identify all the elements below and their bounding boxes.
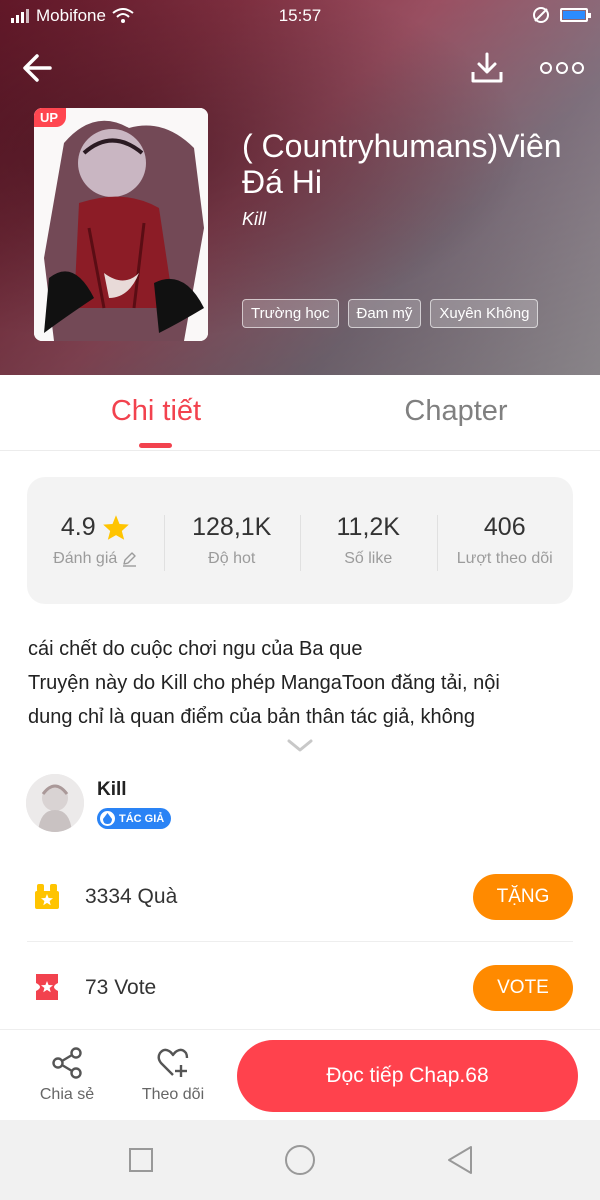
update-badge: UP [34, 108, 67, 127]
expand-description-button[interactable] [286, 738, 314, 759]
tab-chapter[interactable]: Chapter [306, 395, 600, 428]
vote-button[interactable]: VOTE [473, 965, 573, 1011]
description-line: Truyện này do Kill cho phép MangaToon đă… [28, 672, 500, 694]
followers-label: Lượt theo dõi [456, 550, 553, 567]
active-tab-indicator [139, 443, 172, 448]
recent-apps-button[interactable] [125, 1144, 157, 1176]
status-icons [532, 6, 591, 24]
back-button[interactable] [14, 44, 62, 92]
chevron-down-icon [287, 739, 313, 752]
system-back-button[interactable] [444, 1144, 476, 1176]
battery-icon [560, 8, 591, 22]
followers-value: 406 [483, 513, 526, 541]
home-button[interactable] [284, 1144, 316, 1176]
author-role-label: TÁC GIẢ [119, 812, 165, 825]
heart-plus-icon [157, 1048, 189, 1077]
stats-card: 4.9 Đánh giá 128,1K Độ hot 11,2K Số like… [27, 477, 573, 604]
circle-icon [285, 1145, 315, 1175]
genre-tag[interactable]: Đam mỹ [347, 299, 422, 328]
arrow-left-icon [23, 54, 52, 82]
share-button[interactable]: Chia sẻ [22, 1046, 112, 1104]
clock: 15:57 [278, 6, 322, 25]
genre-tag[interactable]: Trường học [242, 299, 339, 328]
more-options-button[interactable] [536, 44, 588, 92]
square-icon [129, 1148, 153, 1172]
follow-button[interactable]: Theo dõi [128, 1046, 218, 1104]
genre-tags: Trường học Đam mỹ Xuyên Không [242, 299, 539, 328]
genre-tag[interactable]: Xuyên Không [430, 299, 539, 328]
hot-label: Độ hot [208, 550, 256, 567]
rating-label: Đánh giá [53, 550, 118, 567]
gift-count: 3334 Quà [85, 885, 178, 908]
stat-likes: 11,2K Số like [300, 513, 437, 571]
vote-row: 73 Vote VOTE [27, 943, 573, 1033]
tab-details[interactable]: Chi tiết [6, 395, 306, 428]
story-description[interactable]: cái chết do cuộc chơi ngu của Ba que Tru… [28, 632, 576, 734]
star-icon [102, 515, 129, 540]
stat-followers: 406 Lượt theo dõi [436, 513, 574, 571]
share-label: Chia sẻ [39, 1086, 95, 1103]
follow-label: Theo dõi [141, 1086, 205, 1103]
continue-reading-button[interactable]: Đọc tiếp Chap.68 [237, 1040, 578, 1112]
triangle-back-icon [448, 1146, 472, 1174]
story-header: Mobifone 15:57 UP (Countryhumans)Viên Đ… [0, 0, 600, 375]
bottom-action-bar: Chia sẻ Theo dõi Đọc tiếp Chap.68 [0, 1029, 600, 1120]
cover-illustration [34, 108, 208, 341]
likes-label: Số like [344, 550, 393, 567]
stat-hot: 128,1K Độ hot [163, 513, 301, 571]
gift-icon [35, 884, 59, 909]
stat-rating[interactable]: 4.9 Đánh giá [27, 513, 164, 568]
tab-bar: Chi tiết Chapter [0, 375, 600, 451]
author-name: Kill [97, 779, 127, 800]
more-dots-icon [540, 62, 584, 74]
pencil-icon [123, 552, 137, 567]
story-title: ( Countryhumans)Viên Đá Hi [242, 128, 562, 200]
download-icon [471, 52, 503, 83]
rating-value: 4.9 [60, 513, 96, 541]
share-icon [52, 1047, 82, 1079]
likes-value: 11,2K [336, 513, 400, 541]
gift-button[interactable]: TẶNG [473, 874, 573, 920]
do-not-disturb-icon [533, 7, 549, 23]
vote-ticket-icon [36, 974, 58, 1000]
vote-count: 73 Vote [85, 976, 157, 999]
system-navigation-bar [0, 1120, 600, 1200]
verified-icon [100, 811, 115, 826]
author-role-badge: TÁC GIẢ [97, 808, 172, 829]
avatar [26, 774, 84, 832]
description-line: dung chỉ là quan điểm của bản thân tác g… [28, 706, 475, 728]
hot-value: 128,1K [192, 513, 272, 541]
status-bar: Mobifone 15:57 [0, 0, 600, 32]
download-button[interactable] [463, 44, 511, 92]
story-cover[interactable]: UP [34, 108, 208, 341]
story-author[interactable]: Kill [242, 209, 266, 230]
description-line: cái chết do cuộc chơi ngu của Ba que [28, 638, 363, 660]
author-card[interactable]: Kill TÁC GIẢ [26, 774, 326, 834]
gift-row: 3334 Quà TẶNG [27, 852, 573, 942]
